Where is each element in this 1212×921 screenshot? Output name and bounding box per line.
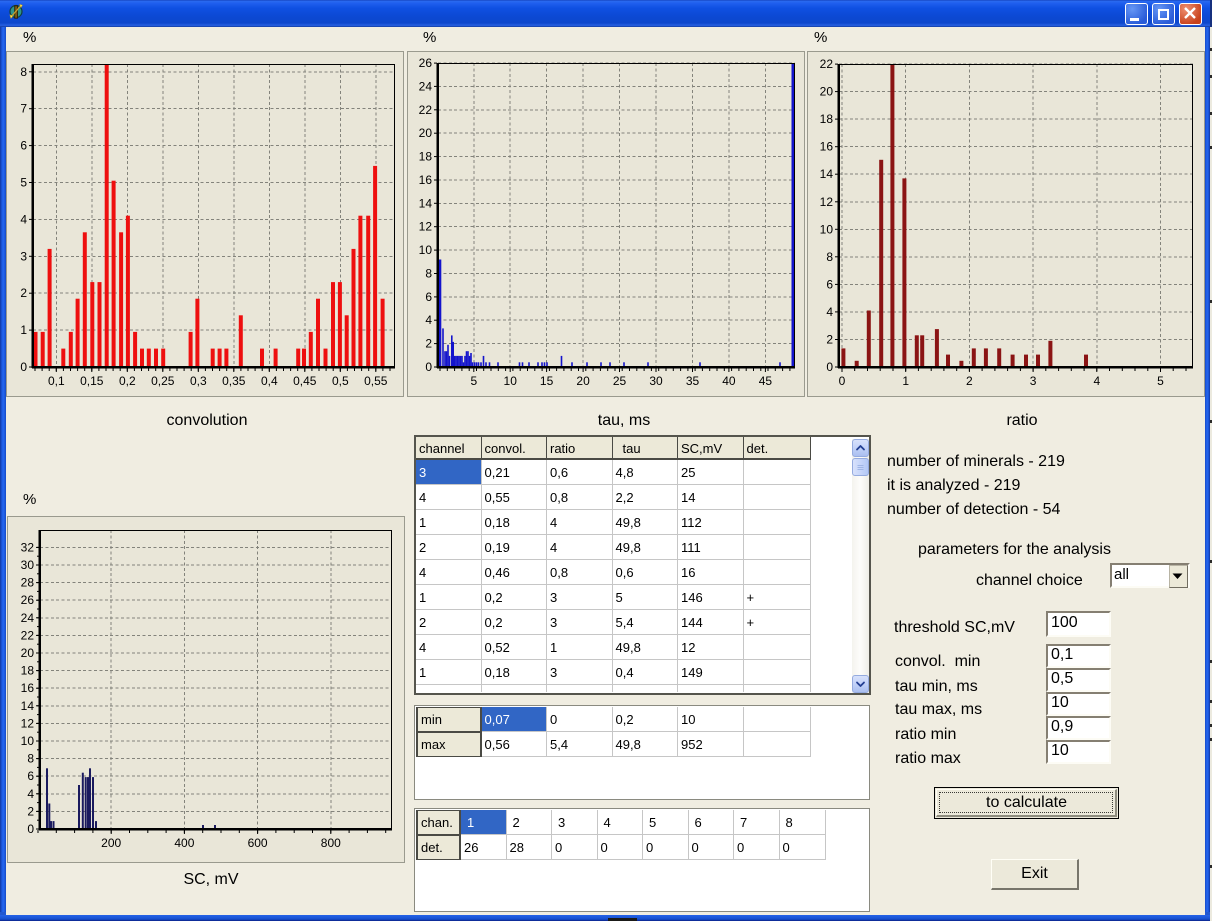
svg-text:6: 6 [27,769,34,783]
svg-text:15: 15 [540,374,554,388]
svg-text:22: 22 [21,628,35,642]
svg-text:22: 22 [419,103,433,117]
svg-text:30: 30 [649,374,663,388]
svg-text:12: 12 [21,716,35,730]
svg-text:0,3: 0,3 [190,374,207,388]
svg-text:4: 4 [1093,374,1100,388]
svg-text:14: 14 [21,699,35,713]
svg-text:8: 8 [826,250,833,264]
svg-text:10: 10 [820,222,834,236]
svg-text:10: 10 [419,243,433,257]
svg-text:16: 16 [820,140,834,154]
svg-text:16: 16 [21,681,35,695]
svg-text:30: 30 [21,558,35,572]
svg-text:32: 32 [21,540,35,554]
svg-text:10: 10 [21,734,35,748]
svg-text:14: 14 [419,196,433,210]
svg-text:40: 40 [722,374,736,388]
svg-text:6: 6 [425,290,432,304]
svg-text:2: 2 [425,337,432,351]
svg-text:2: 2 [826,333,833,347]
svg-text:14: 14 [820,167,834,181]
svg-text:5: 5 [1157,374,1164,388]
svg-text:12: 12 [419,220,433,234]
svg-text:0,35: 0,35 [222,374,246,388]
svg-text:26: 26 [419,56,433,70]
svg-text:18: 18 [820,112,834,126]
svg-text:2: 2 [20,286,27,300]
svg-text:6: 6 [20,139,27,153]
svg-text:4: 4 [425,313,432,327]
svg-text:18: 18 [21,664,35,678]
svg-text:0: 0 [839,374,846,388]
svg-text:20: 20 [419,126,433,140]
svg-text:18: 18 [419,150,433,164]
svg-text:0,2: 0,2 [119,374,136,388]
svg-text:4: 4 [27,787,34,801]
svg-text:35: 35 [686,374,700,388]
svg-text:4: 4 [826,305,833,319]
svg-text:0: 0 [20,360,27,374]
svg-text:20: 20 [820,85,834,99]
svg-text:24: 24 [419,79,433,93]
svg-text:26: 26 [21,593,35,607]
svg-text:20: 20 [576,374,590,388]
svg-text:0,1: 0,1 [48,374,65,388]
svg-text:10: 10 [504,374,518,388]
svg-text:5: 5 [20,176,27,190]
svg-text:800: 800 [321,836,341,850]
svg-text:8: 8 [27,752,34,766]
svg-text:12: 12 [820,195,834,209]
svg-text:3: 3 [1030,374,1037,388]
svg-text:200: 200 [101,836,121,850]
svg-text:0,25: 0,25 [151,374,175,388]
svg-text:1: 1 [902,374,909,388]
svg-text:22: 22 [820,57,834,71]
svg-text:1: 1 [20,323,27,337]
svg-text:4: 4 [20,212,27,226]
svg-text:24: 24 [21,611,35,625]
svg-text:28: 28 [21,576,35,590]
svg-text:0,55: 0,55 [364,374,388,388]
svg-text:6: 6 [826,277,833,291]
svg-text:16: 16 [419,173,433,187]
svg-text:400: 400 [174,836,194,850]
svg-text:2: 2 [966,374,973,388]
svg-text:0,4: 0,4 [261,374,278,388]
svg-text:5: 5 [470,374,477,388]
svg-text:600: 600 [248,836,268,850]
svg-text:0: 0 [27,822,34,836]
svg-text:45: 45 [759,374,773,388]
svg-text:0: 0 [826,360,833,374]
svg-text:2: 2 [27,804,34,818]
svg-text:25: 25 [613,374,627,388]
svg-text:3: 3 [20,249,27,263]
svg-text:0,45: 0,45 [293,374,317,388]
svg-text:8: 8 [20,65,27,79]
svg-text:7: 7 [20,102,27,116]
svg-text:0: 0 [425,360,432,374]
svg-text:8: 8 [425,267,432,281]
svg-text:0,5: 0,5 [332,374,349,388]
svg-text:20: 20 [21,646,35,660]
svg-text:0,15: 0,15 [80,374,104,388]
